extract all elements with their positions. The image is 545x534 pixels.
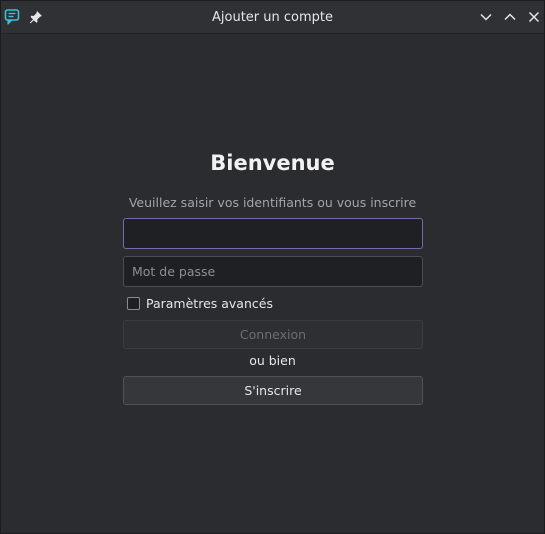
chevron-down-icon[interactable]: [478, 9, 494, 25]
add-account-window: Ajouter un compte Bienvenue Veuillez sai…: [0, 0, 545, 534]
pin-icon[interactable]: [28, 9, 44, 25]
advanced-settings-option[interactable]: Paramètres avancés: [127, 294, 273, 312]
advanced-settings-label[interactable]: Paramètres avancés: [146, 296, 273, 311]
chat-bubble-icon: [3, 7, 21, 27]
close-icon[interactable]: [526, 9, 542, 25]
instructions-text: Veuillez saisir vos identifiants ou vous…: [128, 195, 417, 210]
register-button[interactable]: S'inscrire: [123, 376, 423, 405]
chevron-up-icon[interactable]: [502, 9, 518, 25]
password-field[interactable]: [123, 256, 423, 287]
window-title: Ajouter un compte: [212, 10, 333, 25]
title-bar[interactable]: Ajouter un compte: [1, 1, 544, 34]
welcome-heading: Bienvenue: [210, 151, 335, 175]
or-separator-text: ou bien: [249, 353, 296, 368]
username-field[interactable]: [123, 218, 423, 249]
login-button[interactable]: Connexion: [123, 320, 423, 349]
advanced-settings-checkbox[interactable]: [127, 296, 140, 310]
